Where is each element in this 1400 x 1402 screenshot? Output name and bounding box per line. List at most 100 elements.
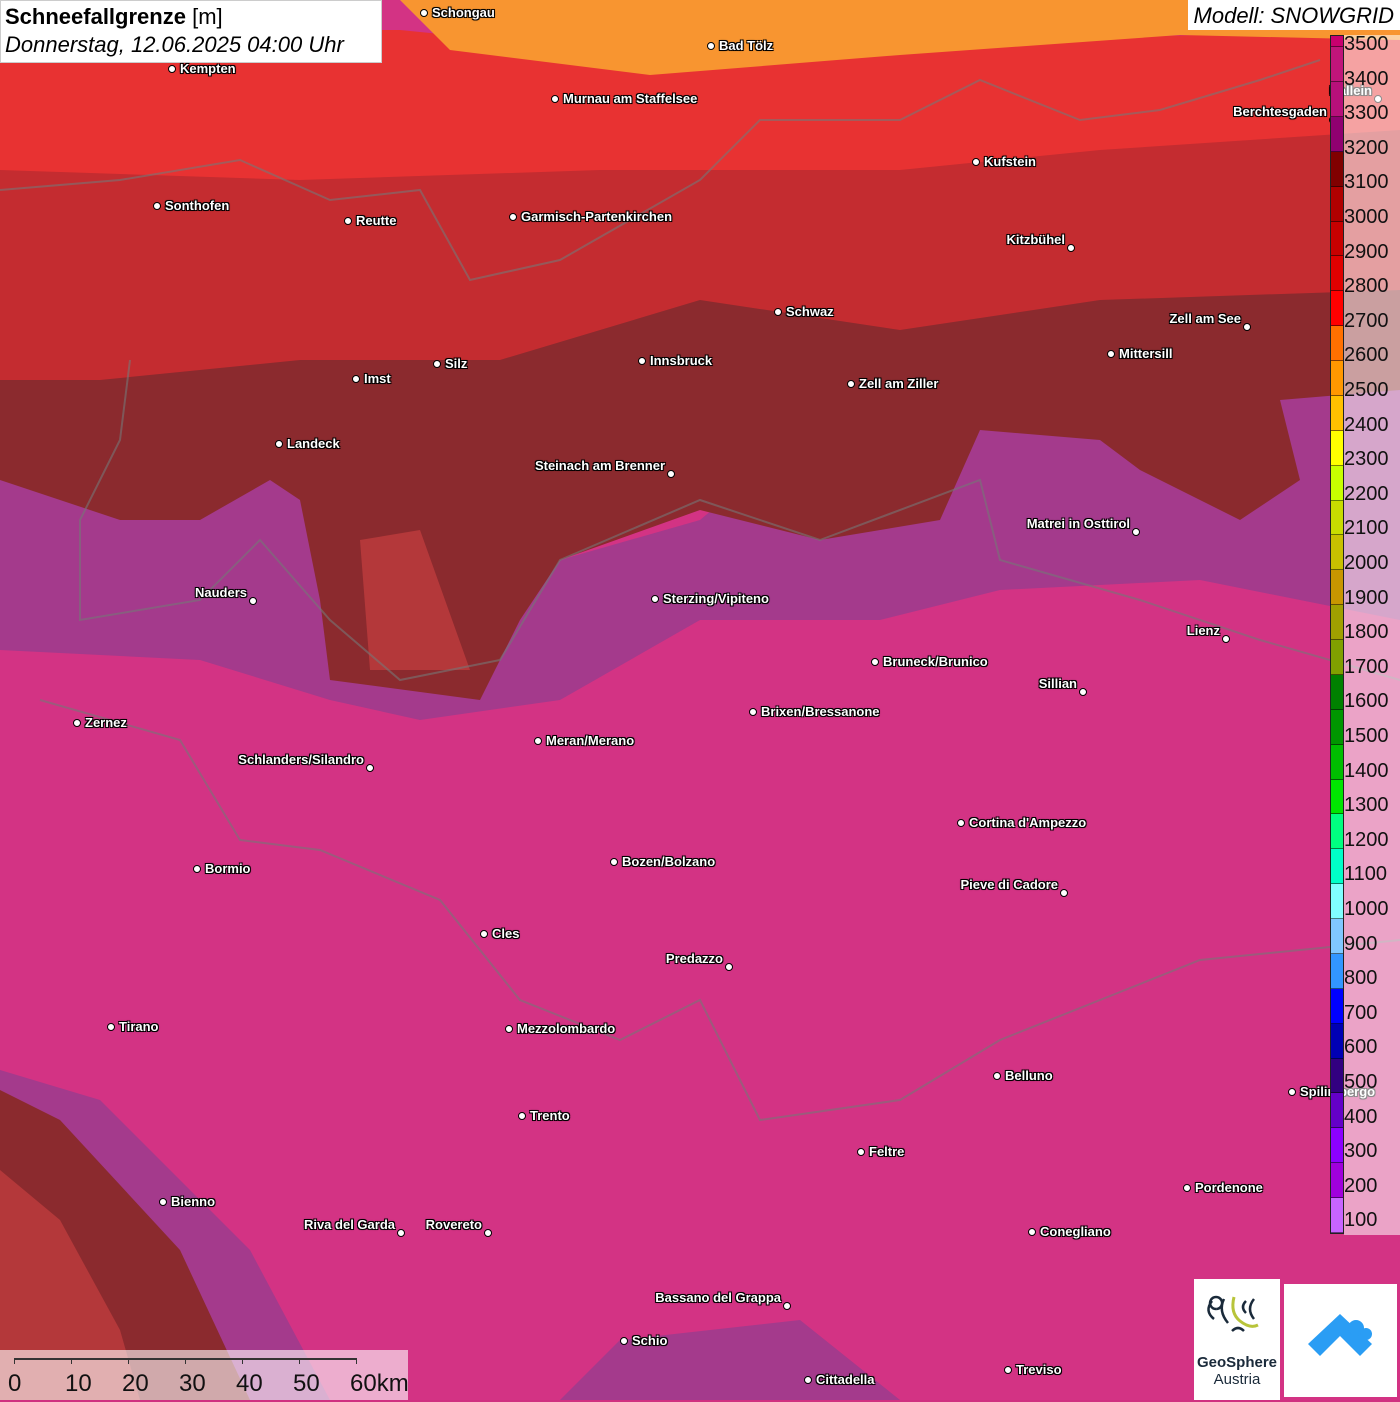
legend-label: 100	[1344, 1209, 1378, 1232]
city-label: Predazzo	[665, 951, 723, 966]
city-label: Mittersill	[1119, 346, 1173, 361]
city-marker	[480, 930, 488, 938]
city-label: Bozen/Bolzano	[622, 854, 716, 869]
city-marker	[73, 719, 81, 727]
scale-bar: 0 10 20 30 40 50 60km	[0, 1350, 409, 1400]
legend-swatch	[1331, 430, 1343, 466]
city-marker	[1079, 688, 1087, 696]
city-label: Silz	[445, 356, 468, 371]
legend-swatch	[1331, 116, 1343, 152]
city-marker	[774, 308, 782, 316]
city-marker	[651, 595, 659, 603]
city-label: Schwaz	[786, 304, 834, 319]
legend-swatch	[1331, 1058, 1343, 1094]
legend-label: 1200	[1344, 828, 1389, 851]
city-marker	[957, 819, 965, 827]
scale-label: 50	[293, 1370, 320, 1397]
legend-label: 1400	[1344, 759, 1389, 782]
scale-label: 0	[8, 1370, 22, 1397]
city-marker	[518, 1112, 526, 1120]
city-marker	[1067, 244, 1075, 252]
legend-swatch	[1331, 36, 1343, 48]
city-label: Belluno	[1005, 1068, 1053, 1083]
legend-swatch	[1331, 570, 1343, 606]
city-label: Cittadella	[816, 1372, 875, 1387]
legend-swatch	[1331, 1163, 1343, 1199]
snow-roof-icon	[1308, 1314, 1372, 1356]
legend-swatch	[1331, 291, 1343, 327]
city-label: Steinach am Brenner	[534, 458, 665, 473]
legend-label: 1900	[1344, 586, 1389, 609]
city-label: Brixen/Bressanone	[761, 704, 880, 719]
city-marker	[159, 1198, 167, 1206]
city-label: Bormio	[205, 861, 251, 876]
legend-swatch	[1331, 535, 1343, 571]
map-title: Schneefallgrenze	[5, 4, 186, 29]
city-label: Reutte	[356, 213, 397, 228]
map-title-box: Schneefallgrenze [m] Donnerstag, 12.06.2…	[0, 0, 382, 63]
city-marker	[871, 658, 879, 666]
city-marker	[1107, 350, 1115, 358]
city-label: Mezzolombardo	[517, 1021, 616, 1036]
city-marker	[1004, 1366, 1012, 1374]
city-marker	[725, 963, 733, 971]
city-label: Imst	[364, 371, 391, 386]
geosphere-emblem-icon	[1207, 1295, 1259, 1332]
city-label: Nauders	[194, 585, 247, 600]
city-label: Tirano	[119, 1019, 159, 1034]
legend-label: 2600	[1344, 344, 1389, 367]
legend-swatch	[1331, 605, 1343, 641]
city-marker	[610, 858, 618, 866]
city-label: Kufstein	[984, 154, 1036, 169]
city-label: Pieve di Cadore	[960, 877, 1058, 892]
scale-label: 40	[236, 1370, 263, 1397]
city-marker	[1183, 1184, 1191, 1192]
city-label: Matrei in Osttirol	[1026, 516, 1130, 531]
legend-label: 1000	[1344, 898, 1389, 920]
legend-label: 3300	[1344, 102, 1389, 125]
snow-logo[interactable]	[1284, 1284, 1397, 1397]
city-label: Cles	[492, 926, 520, 941]
legend-label: 2900	[1344, 240, 1389, 263]
legend-swatch	[1331, 151, 1343, 187]
legend-swatch	[1331, 919, 1343, 954]
legend-swatch	[1331, 186, 1343, 222]
city-marker	[484, 1229, 492, 1237]
city-marker	[638, 357, 646, 365]
legend-swatch	[1331, 1128, 1343, 1164]
legend-label: 700	[1344, 1001, 1378, 1024]
legend-swatch	[1331, 779, 1343, 815]
city-label: Schongau	[432, 5, 495, 20]
legend-label: 900	[1344, 932, 1378, 955]
scale-tick	[242, 1358, 243, 1364]
city-marker	[993, 1072, 1001, 1080]
city-label: Kitzbühel	[1006, 232, 1066, 247]
legend-label: 1500	[1344, 725, 1389, 747]
legend-label: 400	[1344, 1105, 1378, 1128]
legend-label: 1100	[1344, 863, 1388, 886]
legend-swatch	[1331, 500, 1343, 536]
city-marker	[1288, 1088, 1296, 1096]
legend-swatch	[1331, 884, 1343, 920]
city-marker	[857, 1148, 865, 1156]
scale-tick	[14, 1358, 15, 1364]
legend-label: 3000	[1344, 206, 1389, 228]
geosphere-logo[interactable]: GeoSphere Austria	[1194, 1279, 1280, 1400]
city-label: Pordenone	[1195, 1180, 1263, 1195]
map-datetime: Donnerstag, 12.06.2025 04:00 Uhr	[5, 32, 344, 57]
city-marker	[505, 1025, 513, 1033]
scale-label: 10	[65, 1370, 92, 1397]
city-marker	[344, 217, 352, 225]
scale-tick	[128, 1358, 129, 1364]
city-label: Lienz	[1186, 623, 1220, 638]
city-label: Bad Tölz	[719, 38, 774, 53]
scale-label: 60km	[350, 1370, 409, 1397]
legend-label: 300	[1344, 1140, 1378, 1163]
legend-swatch	[1331, 221, 1343, 257]
city-label: Schio	[632, 1333, 668, 1348]
legend-swatch	[1331, 988, 1343, 1024]
legend-label: 3200	[1344, 136, 1389, 159]
legend-swatch	[1331, 953, 1343, 989]
map-unit: [m]	[192, 4, 223, 29]
city-label: Landeck	[287, 436, 340, 451]
